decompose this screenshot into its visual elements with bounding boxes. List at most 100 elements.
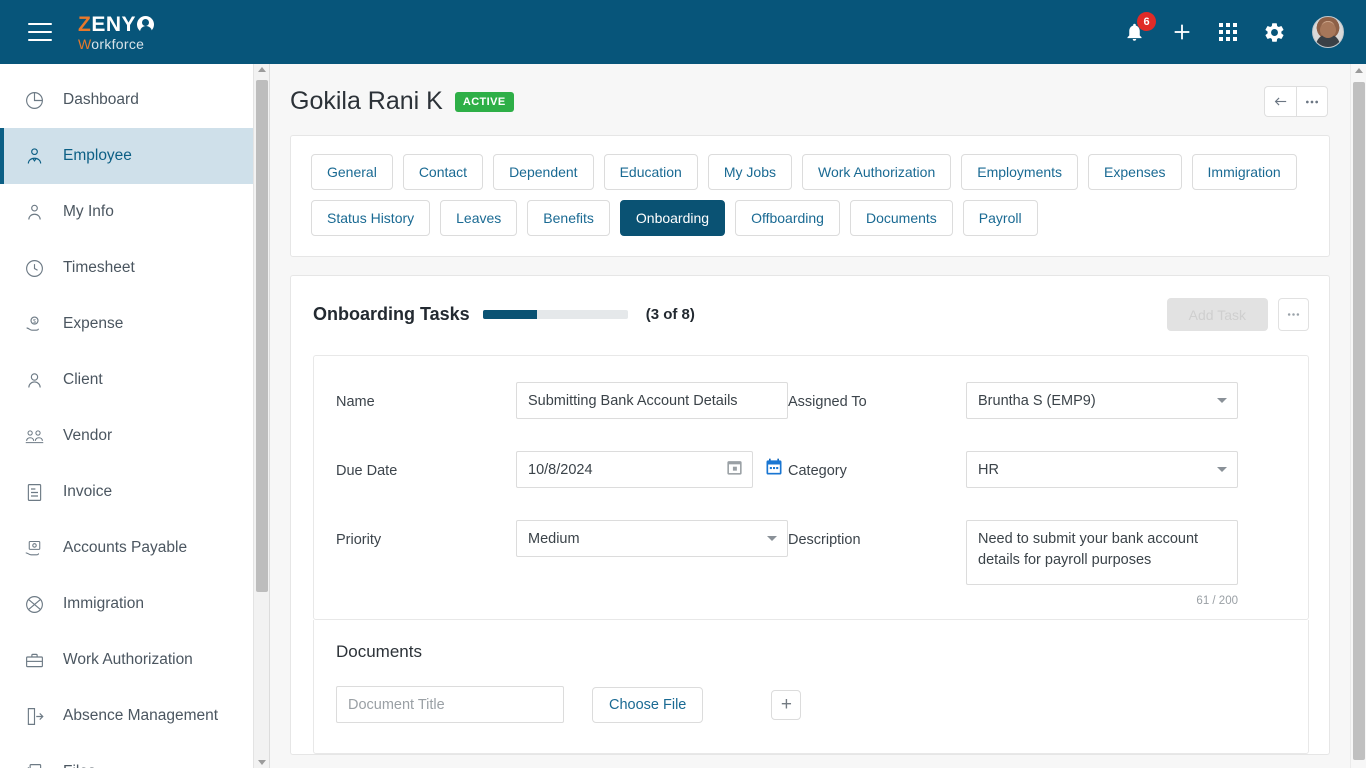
main-scrollbar[interactable] [1350, 64, 1366, 768]
add-document-plus-icon[interactable]: + [771, 689, 802, 720]
sidebar-item-label: Immigration [63, 595, 144, 612]
plus-icon[interactable] [1171, 21, 1193, 43]
tab-status-history[interactable]: Status History [311, 200, 431, 236]
sidebar-item-client[interactable]: Client [0, 352, 253, 408]
chevron-down-icon [1217, 467, 1227, 472]
tasks-header-actions: Add Task [1166, 298, 1309, 331]
page-header-actions [1264, 86, 1328, 117]
calendar-picker-icon[interactable] [764, 457, 784, 482]
tab-employments[interactable]: Employments [961, 154, 1079, 190]
assigned-to-value: Bruntha S (EMP9) [978, 392, 1096, 409]
category-field-wrap: HR [966, 451, 1280, 520]
accounts-payable-icon [22, 536, 46, 560]
sidebar-item-my-info[interactable]: My Info [0, 184, 253, 240]
documents-row: Choose File + [336, 686, 1280, 723]
scroll-down-arrow-icon[interactable] [258, 760, 266, 765]
sidebar-item-absence-management[interactable]: Absence Management [0, 688, 253, 744]
assigned-to-label: Assigned To [788, 394, 867, 410]
description-char-counter: 61 / 200 [1196, 595, 1238, 607]
more-options-icon[interactable] [1296, 86, 1328, 117]
sidebar-item-label: Expense [63, 315, 124, 332]
sidebar-item-work-authorization[interactable]: Work Authorization [0, 632, 253, 688]
description-field-wrap: 61 / 200 [966, 520, 1280, 607]
name-label: Name [336, 394, 375, 410]
scroll-up-arrow-icon[interactable] [258, 67, 266, 72]
avatar[interactable] [1312, 16, 1344, 48]
tab-immigration[interactable]: Immigration [1191, 154, 1297, 190]
sidebar-item-immigration[interactable]: Immigration [0, 576, 253, 632]
tab-onboarding[interactable]: Onboarding [619, 200, 726, 236]
tab-payroll[interactable]: Payroll [962, 200, 1038, 236]
user-icon [22, 368, 46, 392]
sidebar-item-dashboard[interactable]: Dashboard [0, 72, 253, 128]
assigned-to-select[interactable]: Bruntha S (EMP9) [966, 382, 1238, 419]
name-field-wrap [516, 382, 788, 451]
sidebar-item-files[interactable]: Files [0, 744, 253, 768]
sidebar-item-expense[interactable]: $ Expense [0, 296, 253, 352]
brand-letters-eny: ENY [91, 12, 137, 36]
back-arrow-icon[interactable] [1264, 86, 1296, 117]
sidebar-item-timesheet[interactable]: Timesheet [0, 240, 253, 296]
onboarding-tasks-count: (3 of 8) [645, 306, 695, 323]
clock-icon [22, 256, 46, 280]
calendar-icon[interactable] [725, 458, 744, 481]
apps-grid-icon[interactable] [1219, 23, 1237, 41]
hamburger-icon[interactable] [28, 23, 52, 41]
scroll-up-arrow-icon[interactable] [1355, 68, 1363, 73]
priority-select[interactable]: Medium [516, 520, 788, 557]
tab-contact[interactable]: Contact [402, 154, 484, 190]
top-bar: Z ENY Workforce 6 [0, 0, 1366, 64]
documents-panel: Documents Choose File + [313, 620, 1309, 754]
tab-expenses[interactable]: Expenses [1088, 154, 1182, 190]
tab-dependent[interactable]: Dependent [493, 154, 594, 190]
brand-logo[interactable]: Z ENY Workforce [78, 12, 155, 52]
employee-icon [22, 144, 46, 168]
gear-icon[interactable] [1263, 21, 1286, 44]
chevron-down-icon [1217, 398, 1227, 403]
task-form-grid: Name Assigned To Bruntha S (EMP9) Due Da… [336, 382, 1280, 607]
tab-documents[interactable]: Documents [849, 200, 953, 236]
tab-benefits[interactable]: Benefits [527, 200, 610, 236]
sidebar-scrollbar[interactable] [254, 64, 270, 768]
sidebar-item-vendor[interactable]: Vendor [0, 408, 253, 464]
brand-sub-w: W [78, 35, 92, 52]
status-badge: ACTIVE [454, 91, 514, 112]
tab-work-authorization[interactable]: Work Authorization [801, 154, 952, 190]
pie-chart-icon [22, 88, 46, 112]
tab-offboarding[interactable]: Offboarding [735, 200, 840, 236]
sidebar: Dashboard Employee My Info Timesheet $ E… [0, 64, 254, 768]
priority-label: Priority [336, 532, 382, 548]
page-title: Gokila Rani K [290, 87, 443, 115]
brand-letter-z: Z [78, 12, 92, 36]
tasks-more-options-icon[interactable] [1278, 298, 1309, 331]
tab-my-jobs[interactable]: My Jobs [707, 154, 792, 190]
add-task-button[interactable]: Add Task [1166, 298, 1268, 331]
sidebar-item-label: Accounts Payable [63, 539, 188, 556]
globe-icon [22, 592, 46, 616]
chevron-down-icon [767, 536, 777, 541]
choose-file-button[interactable]: Choose File [592, 686, 704, 723]
sidebar-item-accounts-payable[interactable]: Accounts Payable [0, 520, 253, 576]
sidebar-item-label: Vendor [63, 427, 113, 444]
category-select[interactable]: HR [966, 451, 1238, 488]
invoice-icon [22, 480, 46, 504]
due-date-input[interactable]: 10/8/2024 [516, 451, 753, 488]
tab-leaves[interactable]: Leaves [440, 200, 518, 236]
tab-education[interactable]: Education [603, 154, 698, 190]
topbar-actions: 6 [1124, 12, 1344, 48]
bell-icon[interactable]: 6 [1124, 12, 1156, 43]
tab-general[interactable]: General [311, 154, 393, 190]
sidebar-item-employee[interactable]: Employee [0, 128, 253, 184]
description-textarea[interactable] [966, 520, 1238, 585]
document-title-input[interactable] [336, 686, 564, 723]
sidebar-item-label: Employee [63, 147, 132, 164]
briefcase-icon [22, 648, 46, 672]
name-input[interactable] [516, 382, 788, 419]
tabs-card: General Contact Dependent Education My J… [290, 135, 1330, 257]
sidebar-item-invoice[interactable]: Invoice [0, 464, 253, 520]
onboarding-tasks-title: Onboarding Tasks [313, 304, 470, 324]
onboarding-tasks-card: Onboarding Tasks (3 of 8) Add Task Name … [290, 275, 1330, 755]
main-scroll-thumb[interactable] [1353, 82, 1365, 760]
sidebar-scroll-thumb[interactable] [256, 80, 268, 592]
due-date-field-wrap: 10/8/2024 [516, 451, 788, 520]
